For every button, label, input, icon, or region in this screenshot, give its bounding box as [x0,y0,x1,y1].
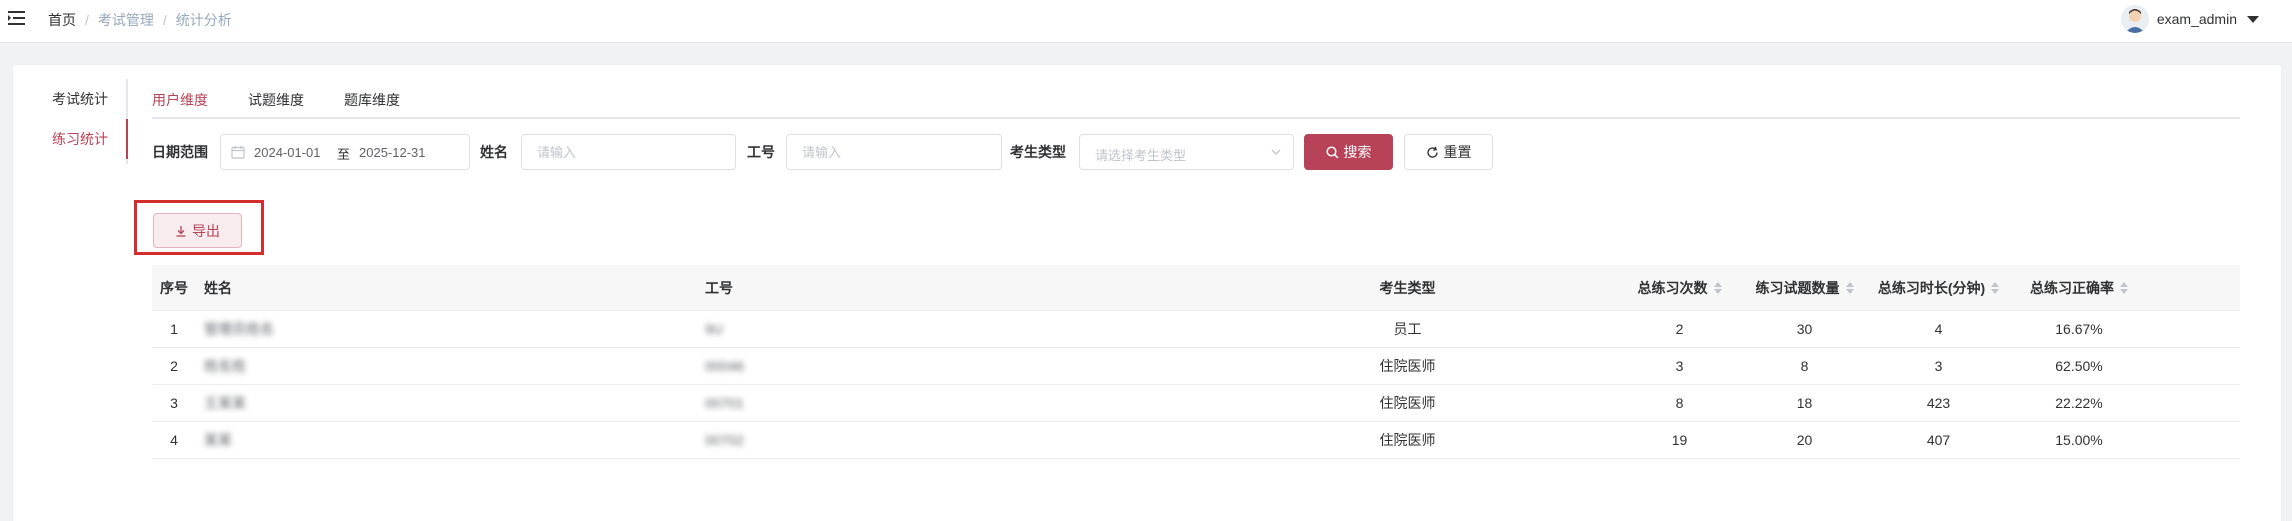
breadcrumb-statistics: 统计分析 [175,12,232,28]
chevron-down-icon [1271,149,1281,155]
hamburger-icon[interactable] [8,11,25,25]
sort-icon[interactable] [1991,281,2000,294]
header-question-count[interactable]: 练习试题数量 [1742,265,1867,310]
search-button-label: 搜索 [1343,144,1372,160]
id-label: 工号 [747,144,775,160]
cell-question-count: 18 [1796,395,1813,411]
statistics-table: 序号 姓名 工号 考生类型 总练习次数 练习试题数量 总练习时长(分钟) 总练习… [152,265,2240,459]
header-accuracy-label: 总练习正确率 [2030,279,2114,296]
tab-practice-statistics[interactable]: 练习统计 [38,119,128,159]
type-label: 考生类型 [1010,144,1066,160]
cell-accuracy: 62.50% [2055,358,2103,374]
cell-question-count: 8 [1800,358,1809,374]
calendar-icon [231,146,245,159]
table-row: 4 某某 00702 住院医师 19 20 407 15.00% [152,422,2240,459]
header-question-count-label: 练习试题数量 [1755,279,1840,296]
cell-accuracy: 15.00% [2055,432,2103,448]
cell-question-count: 20 [1796,432,1813,448]
cell-name: 姓名姓 [204,358,246,374]
cell-accuracy: 16.67% [2055,321,2103,337]
breadcrumb-exam-management: 考试管理 [97,12,154,28]
export-button[interactable]: 导出 [153,213,242,248]
avatar [2120,5,2149,33]
cell-type: 住院医师 [1379,432,1436,448]
type-select-placeholder: 请选择考生类型 [1095,148,1187,163]
cell-duration: 4 [1934,321,1943,337]
export-button-label: 导出 [192,222,220,239]
search-icon [1325,145,1339,159]
date-separator: 至 [337,147,351,162]
cell-name: 管理员姓名 [204,321,274,337]
tab-user-dimension[interactable]: 用户维度 [152,85,228,119]
breadcrumb: 首页 / 考试管理 / 统计分析 [48,12,232,28]
cell-name: 王某某 [204,395,246,411]
username: exam_admin [2156,11,2237,27]
cell-accuracy: 22.22% [2055,395,2103,411]
tab-exam-statistics[interactable]: 考试统计 [38,79,126,119]
cell-id: 00046 [705,358,744,374]
table-row: 1 管理员姓名 9U 员工 2 30 4 16.67% [152,311,2240,348]
refresh-icon [1426,146,1438,158]
breadcrumb-separator: / [85,12,89,28]
cell-question-count: 30 [1796,321,1813,337]
sort-icon[interactable] [1713,281,1722,294]
cell-index: 4 [170,432,178,448]
reset-button-label: 重置 [1443,144,1472,160]
id-input[interactable] [786,134,1002,170]
cell-index: 2 [170,358,178,374]
cell-total-count: 2 [1675,321,1684,337]
header-index: 序号 [160,279,188,296]
cell-total-count: 8 [1675,395,1684,411]
cell-type: 住院医师 [1379,358,1436,374]
cell-id: 00702 [705,432,744,448]
cell-id: 00701 [705,395,744,411]
cell-name: 某某 [204,432,232,448]
date-start-value[interactable]: 2024-01-01 [254,145,321,160]
date-end-value[interactable]: 2025-12-31 [359,145,426,160]
search-button[interactable]: 搜索 [1304,134,1393,170]
header-total-count[interactable]: 总练习次数 [1617,265,1742,310]
header-id: 工号 [705,279,733,296]
top-navbar: 首页 / 考试管理 / 统计分析 exam_admin [0,0,2292,43]
date-range-picker[interactable]: 2024-01-01 至 2025-12-31 [220,134,470,170]
sort-icon[interactable] [2120,281,2128,294]
header-duration-label: 总练习时长(分钟) [1877,279,1986,296]
cell-total-count: 19 [1671,432,1688,448]
sort-icon[interactable] [1845,281,1854,294]
user-menu[interactable]: exam_admin [2120,4,2259,34]
cell-total-count: 3 [1675,358,1684,374]
cell-index: 1 [170,321,178,337]
table-row: 2 姓名姓 00046 住院医师 3 8 3 62.50% [152,348,2240,385]
cell-duration: 3 [1934,358,1943,374]
breadcrumb-separator: / [162,12,167,28]
vertical-tabs: 考试统计 练习统计 [38,79,128,164]
header-accuracy[interactable]: 总练习正确率 [2010,265,2148,310]
download-icon [176,225,186,237]
caret-down-icon [2247,15,2259,23]
horizontal-tabs: 用户维度 试题维度 题库维度 [152,85,2240,119]
cell-duration: 423 [1926,395,1951,411]
breadcrumb-home[interactable]: 首页 [48,12,76,28]
table-header: 序号 姓名 工号 考生类型 总练习次数 练习试题数量 总练习时长(分钟) 总练习… [152,265,2240,311]
header-name: 姓名 [204,279,232,296]
cell-duration: 407 [1926,432,1951,448]
reset-button[interactable]: 重置 [1404,134,1493,170]
tab-question-dimension[interactable]: 试题维度 [228,85,324,119]
filter-form: 日期范围 2024-01-01 至 2025-12-31 姓名 工号 考生类型 … [152,134,2252,170]
type-select[interactable]: 请选择考生类型 [1079,134,1294,170]
table-row: 3 王某某 00701 住院医师 8 18 423 22.22% [152,385,2240,422]
header-total-count-label: 总练习次数 [1637,279,1708,296]
header-type: 考生类型 [1379,279,1436,296]
cell-type: 住院医师 [1379,395,1436,411]
name-label: 姓名 [480,144,508,160]
cell-index: 3 [170,395,178,411]
cell-id: 9U [705,321,723,337]
cell-type: 员工 [1393,321,1422,337]
name-input[interactable] [521,134,736,170]
date-range-label: 日期范围 [152,144,208,160]
tab-bank-dimension[interactable]: 题库维度 [324,85,420,119]
header-duration[interactable]: 总练习时长(分钟) [1867,265,2010,310]
